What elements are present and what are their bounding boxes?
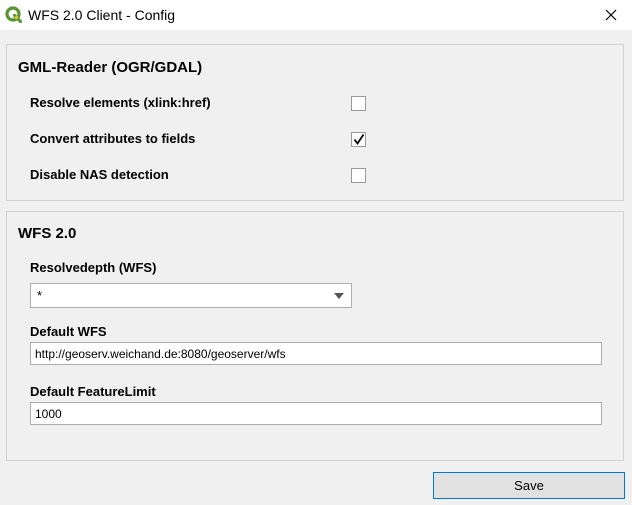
wfs-group: WFS 2.0 Resolvedepth (WFS) * Default WFS… — [6, 211, 624, 461]
checkmark-icon — [353, 134, 365, 146]
resolvedepth-select[interactable]: * — [30, 283, 352, 308]
resolve-elements-checkbox[interactable] — [351, 96, 366, 111]
disable-nas-label: Disable NAS detection — [30, 167, 169, 182]
wfs-group-title: WFS 2.0 — [18, 225, 77, 242]
resolvedepth-value: * — [37, 288, 43, 303]
close-icon — [605, 9, 617, 21]
convert-attributes-checkbox[interactable] — [351, 132, 366, 147]
close-button[interactable] — [590, 0, 632, 30]
disable-nas-checkbox[interactable] — [351, 168, 366, 183]
title-bar: WFS 2.0 Client - Config — [0, 0, 632, 30]
window-title: WFS 2.0 Client - Config — [28, 7, 176, 23]
feature-limit-label: Default FeatureLimit — [30, 384, 156, 399]
config-dialog: WFS 2.0 Client - Config GML-Reader (OGR/… — [0, 0, 632, 505]
feature-limit-input[interactable] — [30, 402, 602, 425]
qgis-icon — [5, 6, 22, 23]
resolve-elements-label: Resolve elements (xlink:href) — [30, 95, 211, 110]
resolvedepth-label: Resolvedepth (WFS) — [30, 260, 157, 275]
gml-reader-group: GML-Reader (OGR/GDAL) Resolve elements (… — [6, 44, 624, 201]
default-wfs-input[interactable] — [30, 342, 602, 365]
chevron-down-icon — [334, 293, 344, 299]
save-button[interactable]: Save — [433, 472, 625, 499]
gml-reader-group-title: GML-Reader (OGR/GDAL) — [18, 59, 203, 76]
convert-attributes-label: Convert attributes to fields — [30, 131, 196, 146]
default-wfs-label: Default WFS — [30, 324, 107, 339]
